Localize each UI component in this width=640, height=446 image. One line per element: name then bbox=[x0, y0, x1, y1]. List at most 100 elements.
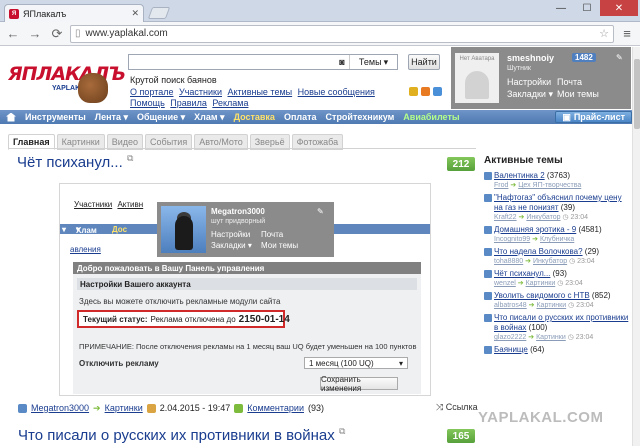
image-select-chevron-icon: ▾ bbox=[398, 358, 403, 368]
address-url[interactable]: www.yaplakal.com bbox=[86, 28, 595, 39]
image-popup-settings: Настройки bbox=[211, 230, 251, 239]
username[interactable]: smeshnoiy bbox=[507, 53, 554, 63]
user-mythemes-link[interactable]: Мои темы bbox=[557, 89, 599, 99]
post-category-link[interactable]: Картинки bbox=[105, 403, 143, 413]
topic-section[interactable]: Инкубатор bbox=[526, 214, 560, 221]
nav-delivery[interactable]: Доставка bbox=[234, 112, 275, 122]
topic-user[interactable]: toha8880 bbox=[494, 258, 523, 265]
forward-arrow-icon[interactable]: → bbox=[26, 25, 44, 43]
info-icon[interactable] bbox=[433, 87, 442, 96]
topic-user[interactable]: Incognito99 bbox=[494, 236, 530, 243]
topic-time: 23:04 bbox=[576, 302, 594, 309]
topic-link[interactable]: Что надела Волочкова? bbox=[494, 247, 583, 256]
pricelist-button[interactable]: ▣ Прайс-лист bbox=[555, 111, 632, 123]
scrollbar-thumb[interactable] bbox=[634, 59, 640, 129]
site-logo[interactable]: ЯПЛАКАЛЪ YAPLAKAL.COM bbox=[8, 59, 126, 103]
reload-icon[interactable]: ⟳ bbox=[48, 25, 66, 43]
window-close-icon[interactable]: ✕ bbox=[600, 0, 638, 16]
share-icon: ⤨ bbox=[436, 402, 444, 412]
post-share-link[interactable]: ⤨ Ссылка bbox=[436, 402, 478, 413]
nav-feed[interactable]: Лента ▾ bbox=[95, 112, 128, 123]
topic-section[interactable]: Инкубатор bbox=[533, 258, 567, 265]
home-icon[interactable] bbox=[6, 112, 16, 122]
topic-link[interactable]: Домашняя эротика - 9 bbox=[494, 225, 576, 234]
topic-section[interactable]: Клубничка bbox=[540, 236, 574, 243]
camera-search-icon[interactable]: ◙ bbox=[335, 55, 349, 69]
avatar-silhouette-icon bbox=[465, 71, 489, 99]
topic-section[interactable]: Цех ЯП-творчества bbox=[518, 182, 581, 189]
watermark-text: YAPLAKAL.COM bbox=[478, 409, 604, 426]
image-period-select: 1 месяц (100 UQ) ▾ bbox=[304, 357, 408, 369]
post-title[interactable]: Чёт психанул... ⧉ bbox=[17, 153, 133, 171]
bookmark-star-icon[interactable]: ☆ bbox=[599, 27, 609, 40]
image-nav-delivery: Дос bbox=[112, 225, 128, 234]
topic-section[interactable]: Картинки bbox=[536, 334, 566, 341]
user-settings-link[interactable]: Настройки bbox=[507, 77, 551, 87]
next-post-title[interactable]: Что писали о русских их противники в вой… bbox=[18, 426, 345, 444]
search-scope-select[interactable]: Темы ▾ bbox=[349, 55, 397, 69]
topic-time: 23:04 bbox=[577, 258, 595, 265]
nav-construction[interactable]: Стройтехникум bbox=[326, 112, 395, 122]
topic-user[interactable]: Kraft22 bbox=[494, 214, 517, 221]
clock-icon: ◷ bbox=[567, 334, 574, 341]
topic-link[interactable]: Чёт психанул... bbox=[494, 269, 550, 278]
topic-link[interactable]: Валентинка 2 bbox=[494, 171, 545, 180]
open-new-window-icon[interactable]: ⧉ bbox=[339, 426, 345, 436]
nav-tools[interactable]: Инструменты bbox=[25, 112, 86, 122]
topic-user[interactable]: Frod bbox=[494, 182, 508, 189]
avatar[interactable]: Нет Аватара bbox=[455, 53, 499, 103]
maximize-icon[interactable]: ☐ bbox=[574, 0, 600, 16]
topic-link[interactable]: Что писали о русских их противники в вой… bbox=[494, 313, 628, 332]
post-score-badge: 212 bbox=[447, 157, 475, 171]
rss-icon[interactable] bbox=[421, 87, 430, 96]
price-icon: ▣ bbox=[562, 111, 571, 122]
browser-tab[interactable]: Я ЯПлакалъ ✕ bbox=[4, 4, 144, 22]
clock-icon: ◷ bbox=[568, 302, 575, 309]
image-popup-mail: Почта bbox=[261, 230, 284, 239]
topic-link[interactable]: Баянище bbox=[494, 345, 528, 354]
image-user-popup: Megatron3000 ✎ шут придворный Настройки … bbox=[157, 202, 334, 257]
avatar-placeholder-text: Нет Аватара bbox=[459, 56, 495, 62]
nav-flights[interactable]: Авиабилеты bbox=[403, 112, 459, 122]
list-item: Что писали о русских их противники в вой… bbox=[484, 313, 630, 342]
topic-user[interactable]: wenzel bbox=[494, 280, 516, 287]
topic-section[interactable]: Картинки bbox=[536, 302, 566, 309]
star-icon[interactable] bbox=[409, 87, 418, 96]
topic-link[interactable]: Уволить свидомого с НТВ bbox=[494, 291, 590, 300]
link-members[interactable]: Участники bbox=[179, 87, 222, 97]
page-scrollbar[interactable] bbox=[632, 47, 640, 446]
user-mail-link[interactable]: Почта bbox=[557, 77, 582, 87]
link-help[interactable]: Помощь bbox=[130, 98, 165, 108]
link-about[interactable]: О портале bbox=[130, 87, 173, 97]
new-tab-button[interactable] bbox=[147, 7, 171, 19]
topic-section[interactable]: Картинки bbox=[526, 280, 556, 287]
nav-community[interactable]: Общение ▾ bbox=[137, 112, 185, 123]
browser-toolbar: ← → ⟳ ▯ www.yaplakal.com ☆ ≡ bbox=[0, 22, 640, 46]
post-author-link[interactable]: Megatron3000 bbox=[31, 403, 89, 413]
user-bookmarks-link[interactable]: Закладки ▾ bbox=[507, 89, 553, 100]
nav-junk[interactable]: Хлам ▾ bbox=[194, 112, 224, 123]
pin-icon[interactable]: ✎ bbox=[616, 53, 623, 62]
link-new-posts[interactable]: Новые сообщения bbox=[298, 87, 375, 97]
link-active-topics[interactable]: Активные темы bbox=[228, 87, 293, 97]
back-arrow-icon[interactable]: ← bbox=[4, 25, 22, 43]
nav-payment[interactable]: Оплата bbox=[284, 112, 317, 122]
search-input[interactable] bbox=[129, 55, 335, 69]
close-tab-icon[interactable]: ✕ bbox=[131, 8, 139, 19]
search-button[interactable]: Найти bbox=[408, 54, 440, 70]
minimize-icon[interactable]: — bbox=[548, 0, 574, 16]
post-comments-link[interactable]: Комментарии bbox=[247, 403, 304, 413]
topic-user[interactable]: albatros48 bbox=[494, 302, 527, 309]
browser-menu-icon[interactable]: ≡ bbox=[618, 26, 636, 41]
topic-count: (852) bbox=[591, 291, 611, 300]
topic-user[interactable]: glazo2222 bbox=[494, 334, 526, 341]
post-comments-count: (93) bbox=[307, 403, 324, 413]
open-new-window-icon[interactable]: ⧉ bbox=[127, 153, 133, 163]
list-item: "Нафтогаз" объяснил почему цену на газ н… bbox=[484, 193, 630, 222]
link-ads[interactable]: Реклама bbox=[212, 98, 248, 108]
arrow-right-icon: ➔ bbox=[528, 334, 535, 341]
image-popup-avatar bbox=[161, 206, 206, 253]
topic-link[interactable]: "Нафтогаз" объяснил почему цену на газ н… bbox=[494, 193, 622, 212]
address-bar[interactable]: ▯ www.yaplakal.com ☆ bbox=[70, 24, 614, 43]
link-rules[interactable]: Правила bbox=[170, 98, 207, 108]
